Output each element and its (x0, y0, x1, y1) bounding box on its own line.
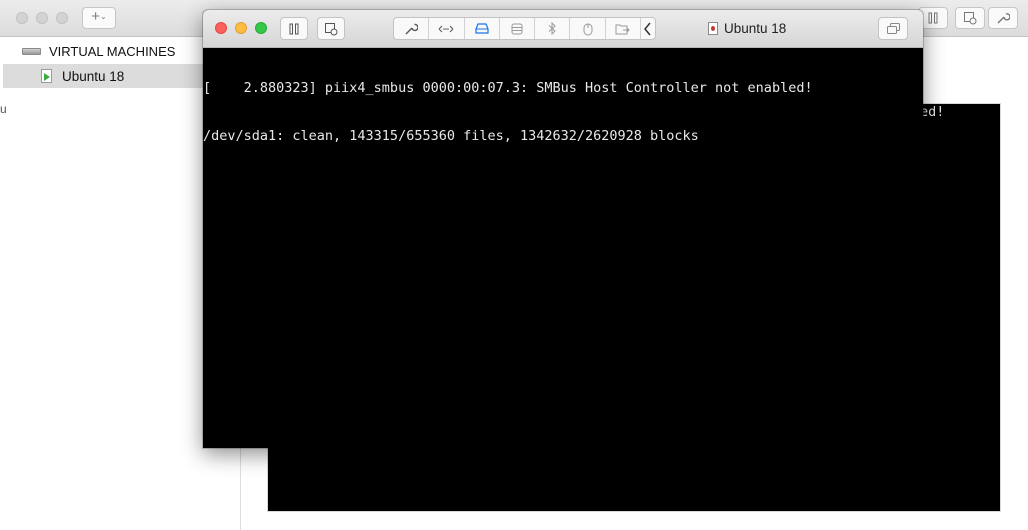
shared-folder-button[interactable] (606, 18, 641, 39)
vm-running-icon (41, 69, 52, 83)
hard-disk-icon (475, 23, 489, 34)
snapshot-icon (964, 12, 977, 25)
section-label: VIRTUAL MACHINES (49, 43, 176, 59)
console-line: /dev/sda1: clean, 143315/655360 files, 1… (203, 128, 699, 144)
plus-icon: + (91, 8, 101, 25)
library-snapshot-button[interactable] (955, 7, 985, 29)
bluetooth-button[interactable] (535, 18, 571, 39)
collapse-toolbar-button[interactable] (641, 18, 655, 39)
library-minimize-button[interactable] (36, 12, 48, 24)
library-window-controls (16, 12, 68, 24)
library-settings-button[interactable] (988, 7, 1018, 29)
vm-titlebar: Ubuntu 18 (203, 10, 923, 48)
vm-console[interactable]: [ 2.880323] piix4_smbus 0000:00:07.3: SM… (203, 48, 923, 448)
fullscreen-icon (886, 23, 900, 34)
add-vm-button[interactable]: +⌄ (82, 7, 116, 29)
network-icon (439, 25, 454, 32)
wrench-icon (997, 13, 1010, 24)
vm-window-title: Ubuntu 18 (708, 21, 786, 36)
close-button[interactable] (215, 22, 227, 34)
desktop: +⌄ VIRTUAL MACHINES Ubuntu 18 u ed! Ubun… (0, 0, 1028, 530)
wrench-icon (405, 23, 419, 34)
chevron-down-icon: ⌄ (100, 12, 107, 22)
bluetooth-icon (548, 22, 556, 35)
pause-icon (928, 12, 938, 24)
vm-list-item-label: Ubuntu 18 (62, 68, 125, 84)
fullscreen-button[interactable] (878, 17, 908, 40)
device-toolbar (393, 17, 656, 40)
drive-icon (22, 47, 41, 55)
pause-button[interactable] (280, 17, 308, 40)
vm-window-controls (215, 22, 267, 34)
settings-button[interactable] (394, 18, 430, 39)
vm-document-icon (708, 22, 718, 35)
mouse-button[interactable] (570, 18, 606, 39)
snapshot-button[interactable] (317, 17, 345, 40)
library-zoom-button[interactable] (56, 12, 68, 24)
vm-title-text: Ubuntu 18 (724, 21, 787, 36)
pause-icon (289, 23, 299, 34)
library-close-button[interactable] (16, 12, 28, 24)
storage-icon (511, 23, 523, 34)
minimize-button[interactable] (235, 22, 247, 34)
console-line: [ 2.880323] piix4_smbus 0000:00:07.3: SM… (203, 80, 813, 96)
hard-disk-button[interactable] (465, 18, 500, 39)
network-button[interactable] (429, 18, 465, 39)
clipped-edge-text: u (0, 102, 7, 116)
background-console-partial-text: ed! (920, 104, 945, 120)
chevron-left-icon (643, 22, 651, 35)
zoom-button[interactable] (255, 22, 267, 34)
snapshot-icon (325, 22, 338, 35)
shared-folder-icon (615, 24, 631, 34)
vm-window: Ubuntu 18 [ 2.880323] piix4_smbus 0000:0… (203, 10, 923, 448)
storage-button[interactable] (500, 18, 536, 39)
mouse-icon (583, 23, 593, 35)
